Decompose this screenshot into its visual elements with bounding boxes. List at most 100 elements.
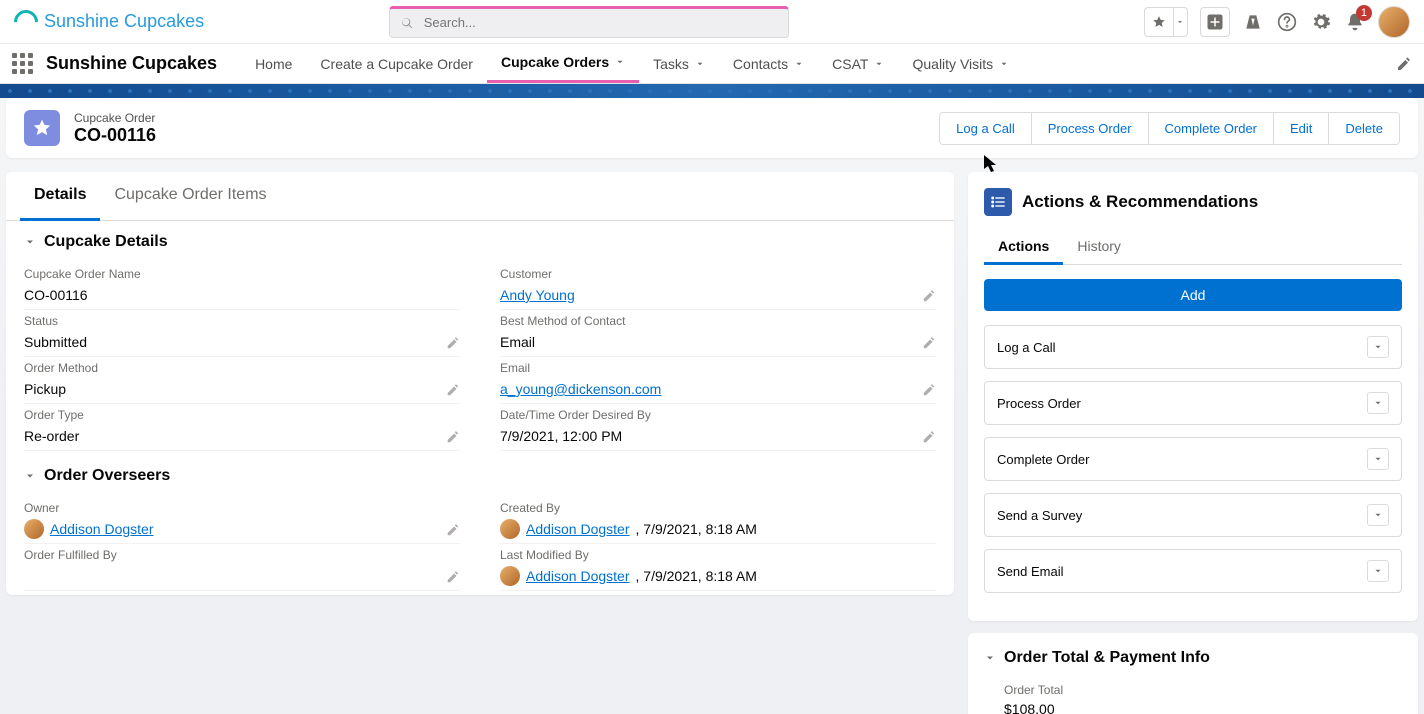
nav-csat[interactable]: CSAT [818, 44, 898, 83]
order-total-title: Order Total & Payment Info [1004, 649, 1210, 667]
chevron-down-icon[interactable] [999, 59, 1009, 69]
edit-field-icon[interactable] [446, 430, 460, 444]
app-name: Sunshine Cupcakes [46, 53, 217, 74]
field-desired-by: Date/Time Order Desired By 7/9/2021, 12:… [500, 404, 936, 451]
customer-link[interactable]: Andy Young [500, 287, 575, 303]
nav-quality-visits[interactable]: Quality Visits [898, 44, 1023, 83]
chevron-down-icon [1373, 566, 1383, 576]
action-label: Log a Call [997, 340, 1056, 355]
email-link[interactable]: a_young@dickenson.com [500, 381, 661, 397]
nav-create-order[interactable]: Create a Cupcake Order [306, 44, 487, 83]
star-icon [32, 118, 52, 138]
edit-field-icon[interactable] [922, 336, 936, 350]
action-process-order[interactable]: Process Order [984, 381, 1402, 425]
nav-home[interactable]: Home [241, 44, 306, 83]
tab-order-items[interactable]: Cupcake Order Items [100, 172, 280, 220]
actions-panel-icon [984, 188, 1012, 216]
action-complete-order[interactable]: Complete Order [984, 437, 1402, 481]
star-icon [1152, 15, 1166, 29]
order-total-value: $108.00 [1004, 701, 1402, 714]
global-add-button[interactable] [1200, 7, 1230, 37]
action-log-a-call[interactable]: Log a Call [984, 325, 1402, 369]
action-send-email[interactable]: Send Email [984, 549, 1402, 593]
action-dropdown[interactable] [1367, 560, 1389, 582]
edit-field-icon[interactable] [446, 570, 460, 584]
chevron-down-icon [1373, 454, 1383, 464]
record-tabs: Details Cupcake Order Items [6, 172, 954, 221]
trailhead-icon[interactable] [1242, 11, 1264, 33]
log-call-button[interactable]: Log a Call [940, 113, 1031, 144]
global-header: Sunshine Cupcakes 1 [0, 0, 1424, 44]
user-avatar[interactable] [1378, 6, 1410, 38]
edit-field-icon[interactable] [446, 336, 460, 350]
edit-field-icon[interactable] [446, 383, 460, 397]
field-modified-by: Last Modified By Addison Dogster, 7/9/20… [500, 544, 936, 591]
app-launcher-icon[interactable] [12, 53, 34, 75]
chevron-down-icon[interactable] [874, 59, 884, 69]
tab-details[interactable]: Details [20, 172, 100, 221]
setup-gear-icon[interactable] [1310, 11, 1332, 33]
edit-button[interactable]: Edit [1273, 113, 1328, 144]
record-header: Cupcake Order CO-00116 Log a Call Proces… [6, 98, 1418, 158]
edit-field-icon[interactable] [922, 383, 936, 397]
notifications-bell-icon[interactable]: 1 [1344, 11, 1366, 33]
edit-field-icon[interactable] [922, 430, 936, 444]
search-icon [400, 16, 414, 30]
created-by-link[interactable]: Addison Dogster [526, 521, 630, 537]
action-send-survey[interactable]: Send a Survey [984, 493, 1402, 537]
section-title-text: Order Overseers [44, 467, 170, 485]
edit-nav-icon[interactable] [1396, 56, 1412, 72]
chevron-down-icon[interactable] [695, 59, 705, 69]
global-actions: 1 [1144, 6, 1410, 38]
collapse-icon[interactable] [24, 470, 36, 482]
action-dropdown[interactable] [1367, 504, 1389, 526]
chevron-down-icon[interactable] [615, 57, 625, 67]
action-label: Send Email [997, 564, 1063, 579]
favorites-button[interactable] [1144, 7, 1188, 37]
help-icon[interactable] [1276, 11, 1298, 33]
collapse-icon[interactable] [984, 652, 996, 664]
actions-panel: Actions & Recommendations Actions Histor… [968, 172, 1418, 621]
order-total-panel: Order Total & Payment Info Order Total $… [968, 633, 1418, 714]
action-dropdown[interactable] [1367, 448, 1389, 470]
subtab-actions[interactable]: Actions [984, 230, 1063, 265]
collapse-icon[interactable] [24, 236, 36, 248]
action-label: Process Order [997, 396, 1081, 411]
nav-tabs: Home Create a Cupcake Order Cupcake Orde… [241, 44, 1023, 83]
action-dropdown[interactable] [1367, 336, 1389, 358]
side-column: Actions & Recommendations Actions Histor… [968, 172, 1418, 714]
nav-cupcake-orders[interactable]: Cupcake Orders [487, 44, 639, 83]
edit-field-icon[interactable] [922, 289, 936, 303]
plus-icon [1206, 13, 1224, 31]
favorites-dropdown[interactable] [1173, 8, 1187, 36]
process-order-button[interactable]: Process Order [1031, 113, 1148, 144]
modified-by-link[interactable]: Addison Dogster [526, 568, 630, 584]
field-order-name: Cupcake Order Name CO-00116 [24, 263, 460, 310]
theme-banner [0, 84, 1424, 98]
chevron-down-icon [1373, 510, 1383, 520]
nav-contacts[interactable]: Contacts [719, 44, 818, 83]
nav-tasks[interactable]: Tasks [639, 44, 719, 83]
actions-panel-title: Actions & Recommendations [1022, 192, 1258, 212]
search-input[interactable] [422, 14, 778, 31]
add-action-button[interactable]: Add [984, 279, 1402, 311]
action-dropdown[interactable] [1367, 392, 1389, 414]
app-nav: Sunshine Cupcakes Home Create a Cupcake … [0, 44, 1424, 84]
notifications-badge: 1 [1356, 5, 1372, 21]
edit-field-icon[interactable] [446, 523, 460, 537]
order-total-label: Order Total [1004, 683, 1402, 697]
subtab-history[interactable]: History [1063, 230, 1135, 264]
field-order-method: Order Method Pickup [24, 357, 460, 404]
owner-link[interactable]: Addison Dogster [50, 521, 154, 537]
user-avatar-icon [500, 519, 520, 539]
main-panel: Details Cupcake Order Items Cupcake Deta… [6, 172, 954, 595]
chevron-down-icon[interactable] [794, 59, 804, 69]
list-icon [990, 194, 1006, 210]
chevron-down-icon [1373, 342, 1383, 352]
delete-button[interactable]: Delete [1328, 113, 1399, 144]
complete-order-button[interactable]: Complete Order [1148, 113, 1273, 144]
field-status: Status Submitted [24, 310, 460, 357]
field-email: Email a_young@dickenson.com [500, 357, 936, 404]
field-contact-method: Best Method of Contact Email [500, 310, 936, 357]
global-search[interactable] [389, 6, 789, 38]
